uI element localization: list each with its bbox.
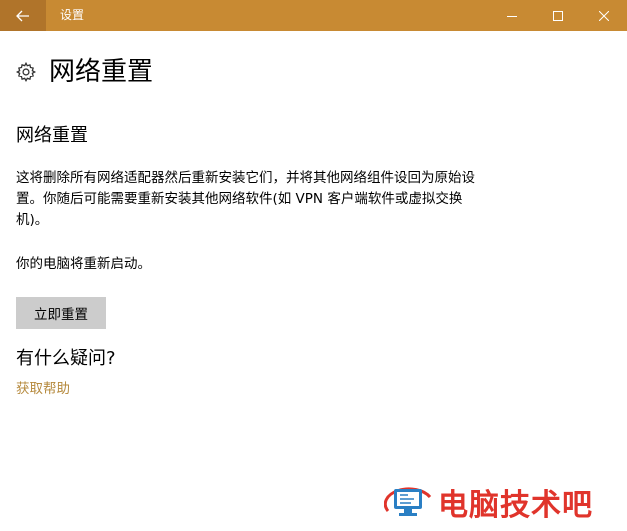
arrow-left-icon [16,10,29,21]
gear-icon [15,61,37,83]
reset-description: 这将删除所有网络适配器然后重新安装它们，并将其他网络组件设回为原始设置。你随后可… [16,170,475,228]
back-button[interactable] [0,0,46,31]
watermark-text: 电脑技术吧 [438,488,593,523]
minimize-button[interactable] [489,0,535,31]
title-bar: 设置 [0,0,627,31]
close-button[interactable] [581,0,627,31]
computer-logo-icon [384,487,432,516]
window-title: 设置 [60,8,85,22]
reset-now-button[interactable]: 立即重置 [16,297,106,329]
faq-title: 有什么疑问? [16,348,116,369]
watermark: 电脑技术吧 [384,478,593,526]
maximize-button[interactable] [535,0,581,31]
maximize-icon [553,10,563,21]
section-title: 网络重置 [16,125,88,146]
page-title: 网络重置 [49,57,154,87]
get-help-link[interactable]: 获取帮助 [16,379,70,400]
window-controls [489,0,627,31]
minimize-icon [507,15,517,17]
restart-note: 你的电脑将重新启动。 [16,256,151,272]
page-header: 网络重置 [15,54,153,90]
close-icon [599,10,609,21]
